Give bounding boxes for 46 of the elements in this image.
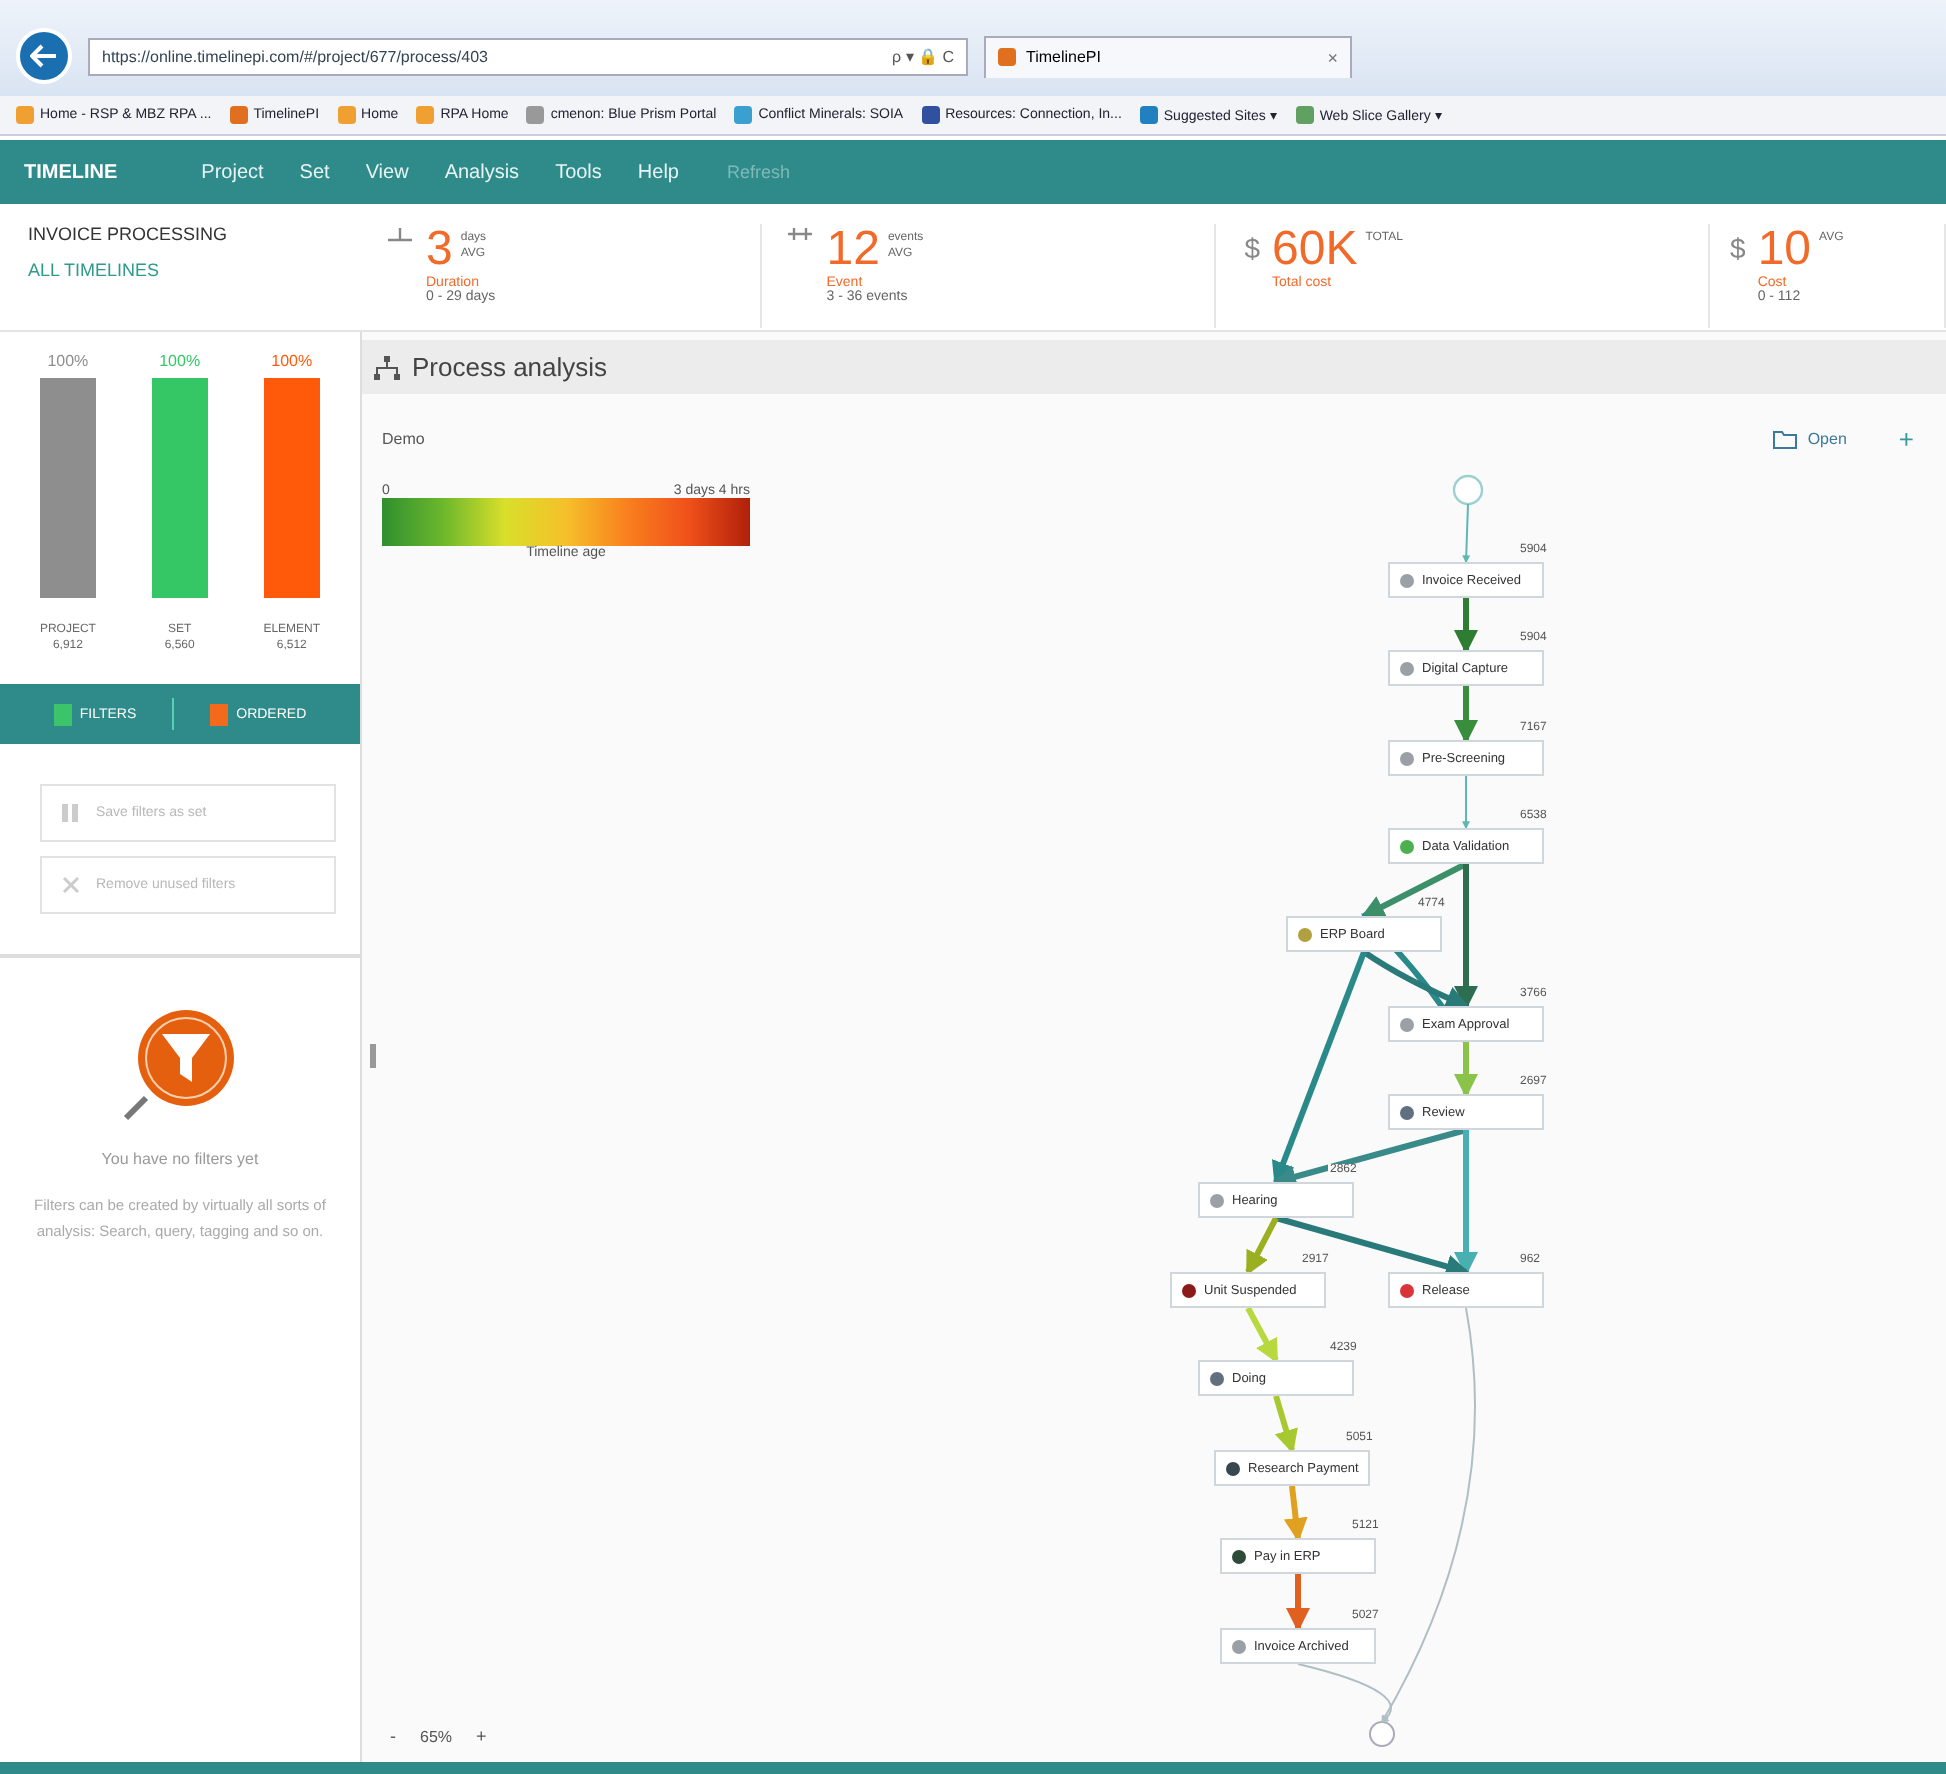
metric-value: 10 (1757, 224, 1812, 276)
timeline-icon (386, 224, 414, 244)
close-icon (62, 876, 80, 894)
zoom-in-button[interactable]: + (476, 1726, 487, 1746)
flow-edge (1454, 598, 1478, 654)
hierarchy-icon (374, 355, 400, 379)
flow-edge (1462, 503, 1471, 564)
open-button[interactable]: Open (1759, 427, 1859, 451)
address-bar[interactable]: https://online.timelinepi.com/#/project/677/process/403 ρ ▾ 🔒 C (88, 37, 968, 75)
metric-value: 12 (826, 224, 880, 276)
back-arrow-icon (30, 44, 58, 68)
bar-percent: 100% (271, 352, 313, 370)
menu-item[interactable]: Analysis (444, 161, 520, 183)
app-logo: TIMELINE (24, 161, 118, 183)
flow-edge (1454, 686, 1478, 744)
flow-edge (1273, 1395, 1298, 1454)
empty-title: You have no filters yet (101, 1150, 259, 1168)
close-tab-button[interactable]: × (1327, 47, 1338, 67)
start-node (1452, 474, 1484, 506)
flow-edge (1245, 1306, 1279, 1364)
bar-percent: 100% (159, 352, 201, 370)
process-title: INVOICE PROCESSING (28, 224, 230, 244)
flow-edge (1462, 775, 1470, 830)
menu-item[interactable]: Project (201, 161, 264, 183)
steps-icon (786, 224, 815, 244)
menu-item[interactable]: Set (299, 161, 330, 183)
currency-symbol: $ (1244, 232, 1260, 268)
zoom-out-button[interactable]: - (390, 1726, 396, 1746)
metric-value: 3 (426, 224, 453, 276)
bar-percent: 100% (47, 352, 89, 370)
process-name: Demo (382, 430, 427, 448)
columns-icon (62, 804, 80, 822)
menu-item[interactable]: Tools (555, 161, 602, 183)
end-node (1369, 1721, 1395, 1747)
panel-title: Process analysis (412, 352, 608, 382)
menu-item[interactable]: View (365, 161, 409, 183)
currency-symbol: $ (1730, 232, 1746, 268)
flow-edge (1286, 1574, 1310, 1632)
metric-value: 60K (1272, 224, 1358, 276)
resize-handle[interactable] (370, 1044, 376, 1068)
back-button[interactable] (16, 28, 72, 84)
zoom-level: 65% (420, 1727, 453, 1745)
folder-icon (1771, 429, 1798, 449)
browser-tab[interactable]: TimelinePI × (984, 35, 1352, 77)
menu-item[interactable]: Help (637, 161, 679, 183)
flow-edge (1283, 1485, 1308, 1542)
